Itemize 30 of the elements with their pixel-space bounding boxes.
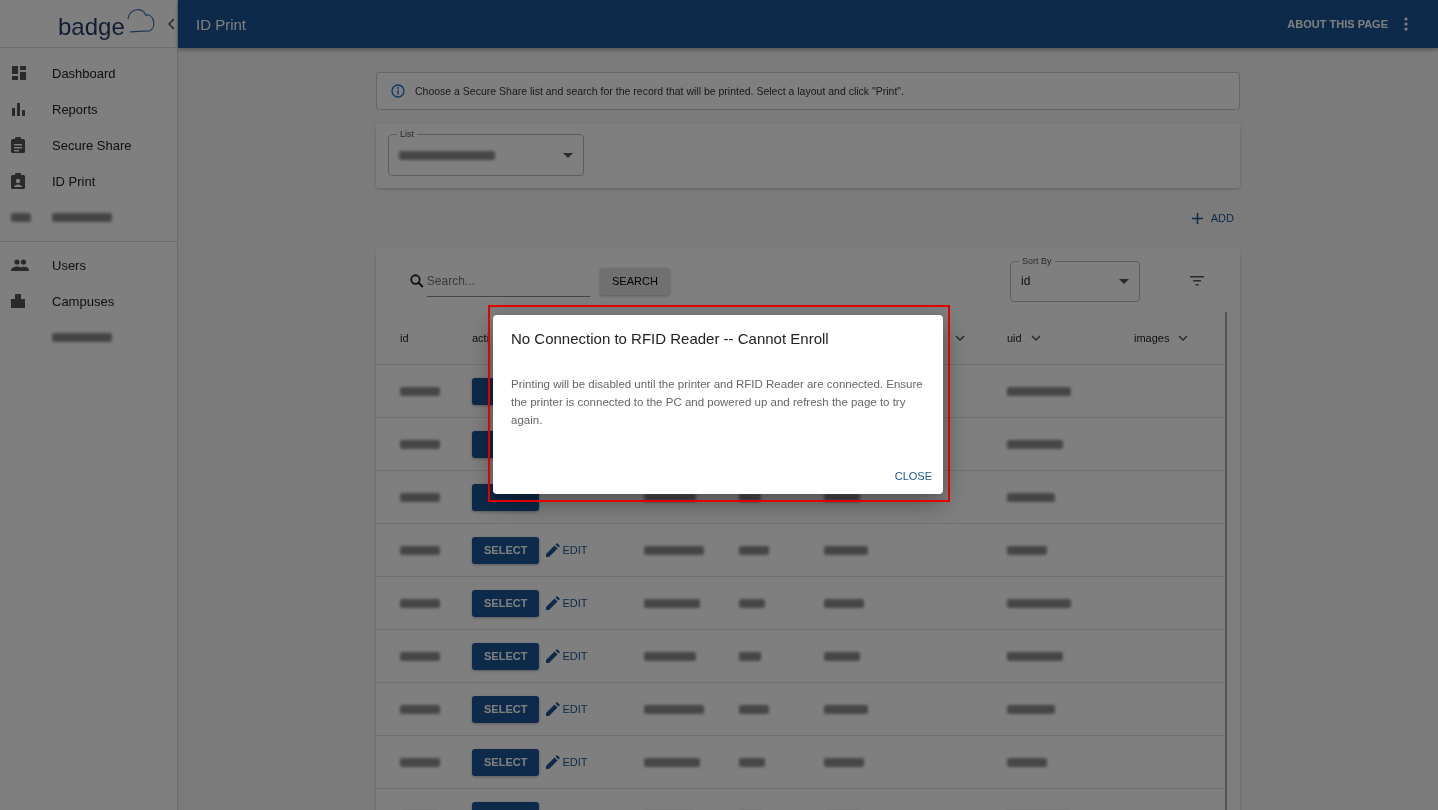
edit-link[interactable]: EDIT bbox=[546, 702, 588, 716]
sidebar-item[interactable]: ID Print bbox=[52, 173, 96, 189]
search-field[interactable]: Search... bbox=[426, 265, 590, 297]
column-header[interactable]: acti bbox=[472, 331, 490, 344]
column-header[interactable]: id bbox=[400, 331, 409, 344]
column-header[interactable]: uid bbox=[1007, 331, 1022, 344]
sidebar-item[interactable]: Campuses bbox=[52, 293, 115, 309]
sidebar-item[interactable]: Dashboard bbox=[52, 65, 116, 81]
select-button[interactable]: SELECT bbox=[472, 589, 540, 617]
page-title: ID Print bbox=[196, 15, 246, 33]
select-button[interactable]: SELECT bbox=[472, 748, 540, 776]
edit-link[interactable]: EDIT bbox=[546, 596, 588, 610]
about-button[interactable]: ABOUT THIS PAGE bbox=[1287, 18, 1388, 30]
add-button[interactable]: ADD bbox=[1185, 212, 1240, 224]
sidebar-item[interactable]: Reports bbox=[52, 101, 98, 117]
select-button[interactable]: SELECT bbox=[472, 536, 540, 564]
close-button[interactable]: CLOSE bbox=[894, 470, 932, 482]
dialog-message: Printing will be disabled until the printer and RFID Reader are connected. Ensure the printer is connected to the PC and powered up and refresh the page to try again. bbox=[511, 377, 924, 428]
select-button[interactable]: SELECT bbox=[472, 695, 540, 723]
sidebar-item[interactable]: Secure Share bbox=[52, 137, 132, 153]
logo-text: badge bbox=[58, 13, 125, 40]
dialog-title: No Connection to RFID Reader -- Cannot Enroll bbox=[511, 330, 830, 347]
edit-link[interactable]: EDIT bbox=[546, 543, 588, 557]
sidebar-item[interactable]: Users bbox=[52, 257, 86, 273]
edit-link[interactable]: EDIT bbox=[546, 649, 588, 663]
column-header[interactable]: images bbox=[1134, 331, 1170, 344]
info-text: Choose a Secure Share list and search for the record that will be printed. Select a layout and click "Print". bbox=[415, 85, 904, 97]
search-button[interactable]: SEARCH bbox=[600, 267, 670, 295]
select-button[interactable]: SELECT bbox=[472, 642, 540, 670]
edit-link[interactable]: EDIT bbox=[546, 755, 588, 769]
